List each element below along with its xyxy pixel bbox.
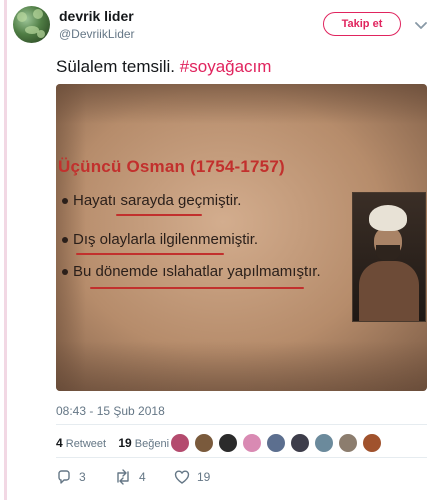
reply-icon: [58, 470, 70, 484]
liker-avatar[interactable]: [266, 433, 286, 453]
retweet-icon: [117, 469, 129, 485]
tweet-photo[interactable]: Üçüncü Osman (1754-1757) Hayatı sarayda …: [56, 84, 427, 391]
chevron-down-icon[interactable]: [415, 18, 427, 29]
photo-line: Dış olaylarla ilgilenmemiştir.: [62, 231, 258, 248]
retweet-action-count: 4: [139, 470, 146, 484]
liker-avatar[interactable]: [362, 433, 382, 453]
underline: [76, 253, 224, 255]
liker-avatar[interactable]: [242, 433, 262, 453]
like-action-count: 19: [197, 470, 211, 484]
underline: [116, 214, 202, 216]
likers-list: [170, 433, 386, 453]
tweet-stats: 4 Retweet 19 Beğeni: [56, 436, 169, 450]
like-count[interactable]: 19: [118, 436, 131, 450]
sultan-portrait: [352, 192, 426, 322]
liker-avatar[interactable]: [290, 433, 310, 453]
retweet-label[interactable]: Retweet: [66, 438, 106, 450]
avatar[interactable]: [13, 6, 50, 43]
thread-rule: [4, 0, 7, 500]
photo-line: Bu dönemde ıslahatlar yapılmamıştır.: [62, 263, 321, 280]
reply-count: 3: [79, 470, 86, 484]
hashtag-link[interactable]: #soyağacım: [180, 57, 272, 76]
user-display-name[interactable]: devrik lider: [59, 8, 134, 24]
tweet-text: Sülalem temsili. #soyağacım: [56, 57, 271, 77]
tweet-timestamp[interactable]: 08:43 - 15 Şub 2018: [56, 404, 165, 418]
liker-avatar[interactable]: [314, 433, 334, 453]
divider: [56, 457, 427, 458]
tweet-body: Sülalem temsili.: [56, 57, 176, 76]
reply-button[interactable]: 3: [56, 469, 86, 485]
photo-heading: Üçüncü Osman (1754-1757): [58, 157, 285, 176]
like-label[interactable]: Beğeni: [135, 438, 169, 450]
tweet-actions: 3 4 19: [56, 469, 256, 489]
liker-avatar[interactable]: [170, 433, 190, 453]
photo-line: Hayatı sarayda geçmiştir.: [62, 192, 241, 209]
like-button[interactable]: 19: [174, 469, 210, 485]
liker-avatar[interactable]: [218, 433, 238, 453]
divider: [56, 424, 427, 425]
retweet-button[interactable]: 4: [114, 469, 146, 485]
liker-avatar[interactable]: [194, 433, 214, 453]
heart-icon: [174, 470, 190, 484]
liker-avatar[interactable]: [338, 433, 358, 453]
user-handle[interactable]: @DevriikLider: [59, 27, 135, 41]
retweet-count[interactable]: 4: [56, 436, 63, 450]
underline: [90, 287, 304, 289]
follow-button[interactable]: Takip et: [323, 12, 401, 36]
